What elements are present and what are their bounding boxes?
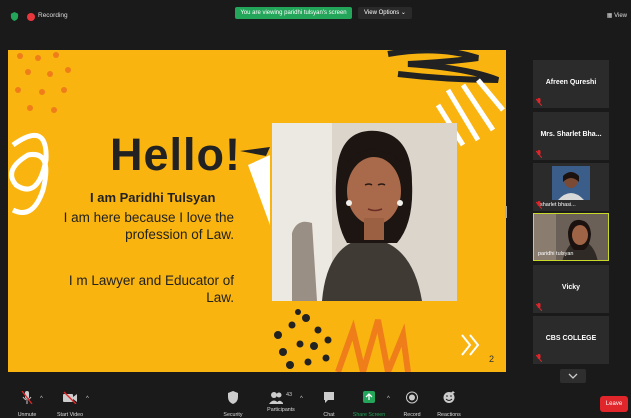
slide-page-number: 2 <box>489 354 495 364</box>
view-label: View <box>614 13 627 19</box>
participants-label: Participants <box>267 407 295 413</box>
security-shield-icon <box>10 12 19 21</box>
participant-name: CBS COLLEGE <box>545 335 597 342</box>
share-screen-button[interactable]: Share Screen <box>350 391 388 418</box>
muted-mic-icon <box>536 150 542 158</box>
participants-icon <box>269 392 283 404</box>
participant-name: Vicky <box>561 284 581 291</box>
record-icon <box>406 391 418 404</box>
participants-options-caret[interactable]: ^ <box>300 396 303 402</box>
participant-tile[interactable]: CBS COLLEGE <box>533 316 609 364</box>
view-options-button[interactable]: View Options ⌄ <box>358 7 412 19</box>
presenter-photo <box>272 123 457 301</box>
participant-name: Mrs. Sharlet Bha... <box>540 131 602 138</box>
chevron-down-icon <box>568 373 578 379</box>
participant-tile[interactable]: sharlet bhasi... <box>533 163 609 211</box>
chat-button[interactable]: Chat <box>318 391 340 418</box>
participant-tile[interactable]: Vicky <box>533 265 609 313</box>
slide-heading: Hello! <box>110 129 242 180</box>
share-screen-label: Share Screen <box>352 412 386 418</box>
start-video-label: Start Video <box>56 412 84 418</box>
participant-tile-active-speaker[interactable]: paridhi tulsyan <box>533 213 609 261</box>
muted-mic-icon <box>536 201 542 209</box>
shield-icon <box>228 391 238 404</box>
reactions-icon <box>443 391 455 403</box>
participants-button[interactable]: 43 Participants <box>264 391 298 413</box>
participant-tile[interactable]: Mrs. Sharlet Bha... <box>533 112 609 160</box>
scroll-participants-down-button[interactable] <box>560 369 586 383</box>
recording-label: Recording <box>38 12 68 19</box>
security-button[interactable]: Security <box>221 391 245 418</box>
record-label: Record <box>403 412 421 418</box>
participant-count: 43 <box>286 392 293 398</box>
view-button[interactable]: ▦ View <box>607 12 627 19</box>
muted-mic-icon <box>536 303 542 311</box>
unmute-button[interactable]: Unmute <box>14 390 40 418</box>
participant-name: Afreen Qureshi <box>545 79 597 86</box>
recording-icon <box>27 13 35 21</box>
audio-options-caret[interactable]: ^ <box>40 396 43 402</box>
chat-label: Chat <box>323 412 335 418</box>
slide-intro-text: I am here because I love the profession … <box>63 210 234 242</box>
participant-tile[interactable]: Afreen Qureshi <box>533 60 609 108</box>
viewing-screen-banner: You are viewing paridhi tulsyan's screen <box>235 7 352 19</box>
leave-button[interactable]: Leave <box>600 396 628 412</box>
shared-screen-slide: Hello! I am Paridhi Tulsyan I am here be… <box>8 50 506 372</box>
muted-mic-icon <box>536 98 542 106</box>
grid-icon: ▦ <box>606 13 615 19</box>
meeting-topbar: Recording You are viewing paridhi tulsya… <box>0 0 631 30</box>
record-button[interactable]: Record <box>400 391 424 418</box>
participant-name: paridhi tulsyan <box>538 251 574 257</box>
video-off-icon <box>63 391 77 405</box>
participant-name: sharlet bhasi... <box>540 202 576 208</box>
share-options-caret[interactable]: ^ <box>387 396 390 402</box>
panel-resize-handle[interactable] <box>505 206 507 218</box>
unmute-label: Unmute <box>17 412 37 418</box>
security-label: Security <box>223 412 243 418</box>
presenter-name: I am Paridhi Tulsyan <box>90 190 216 205</box>
reactions-button[interactable]: Reactions <box>434 391 464 418</box>
start-video-button[interactable]: Start Video <box>54 391 86 418</box>
share-screen-icon <box>363 391 375 403</box>
meeting-toolbar: Unmute ^ Start Video ^ Security 43 Parti… <box>0 388 631 418</box>
video-options-caret[interactable]: ^ <box>86 396 89 402</box>
muted-mic-icon <box>21 390 33 405</box>
slide-role-text: I m Lawyer and Educator of Law. <box>68 273 234 305</box>
chat-icon <box>324 392 334 403</box>
reactions-label: Reactions <box>437 412 461 418</box>
muted-mic-icon <box>536 354 542 362</box>
participant-video <box>552 166 590 200</box>
